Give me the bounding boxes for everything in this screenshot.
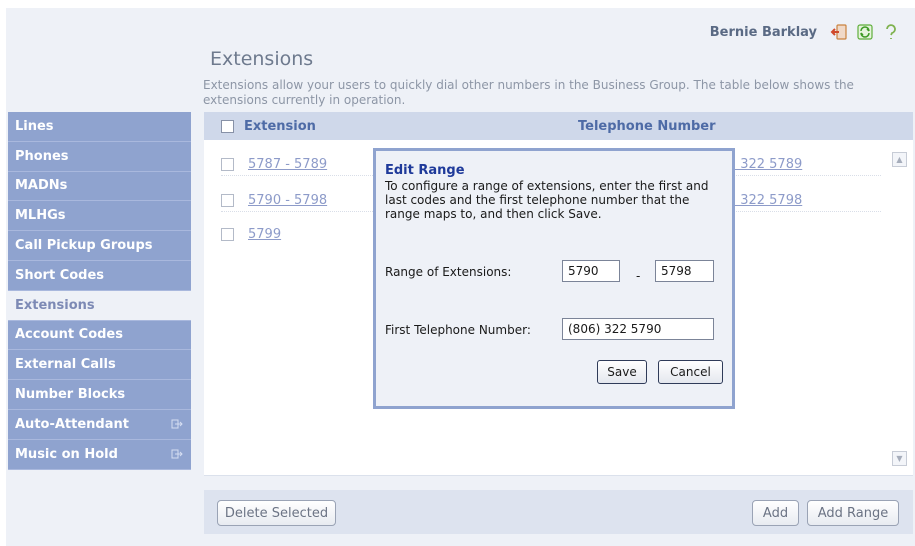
- dialog-description: To configure a range of extensions, ente…: [385, 179, 709, 221]
- page-intro: Extensions allow your users to quickly d…: [203, 78, 854, 107]
- sidebar-item-account-codes[interactable]: Account Codes: [8, 320, 191, 351]
- sidebar-item-label: Account Codes: [15, 327, 123, 343]
- scrollbar[interactable]: ▲ ▼: [892, 148, 907, 468]
- sidebar-item-extensions[interactable]: Extensions: [8, 290, 191, 321]
- select-all-checkbox[interactable]: [221, 119, 234, 133]
- scroll-down-icon[interactable]: ▼: [892, 451, 907, 466]
- sidebar-item-auto-attendant[interactable]: Auto-Attendant: [8, 409, 191, 440]
- help-icon[interactable]: [881, 22, 901, 42]
- range-of-extensions-label: Range of Extensions:: [385, 265, 512, 279]
- save-button[interactable]: Save: [597, 360, 647, 384]
- sidebar-item-label: Lines: [15, 118, 54, 134]
- external-link-icon: [171, 418, 183, 433]
- sidebar-item-lines[interactable]: Lines: [8, 112, 191, 142]
- sidebar-item-external-calls[interactable]: External Calls: [8, 350, 191, 381]
- extension-link[interactable]: 5790 - 5798: [248, 193, 327, 208]
- table-footer: Delete Selected Add Add Range: [204, 490, 913, 534]
- sidebar-item-madns[interactable]: MADNs: [8, 171, 191, 202]
- sidebar-item-short-codes[interactable]: Short Codes: [8, 260, 191, 291]
- first-telephone-number-input[interactable]: [562, 318, 714, 340]
- extension-link[interactable]: 5787 - 5789: [248, 157, 327, 172]
- row-checkbox[interactable]: [221, 193, 234, 207]
- table-header: Extension Telephone Number: [204, 112, 913, 140]
- range-start-input[interactable]: [562, 260, 620, 282]
- sidebar-item-music-on-hold[interactable]: Music on Hold: [8, 439, 191, 470]
- first-telephone-number-label: First Telephone Number:: [385, 323, 531, 337]
- sidebar-item-label: Number Blocks: [15, 387, 126, 403]
- sidebar-item-label: Phones: [15, 148, 69, 164]
- column-header-telephone[interactable]: Telephone Number: [578, 119, 716, 134]
- sidebar-item-call-pickup-groups[interactable]: Call Pickup Groups: [8, 231, 191, 261]
- row-checkbox[interactable]: [221, 227, 234, 241]
- sidebar-item-mlhgs[interactable]: MLHGs: [8, 201, 191, 232]
- logout-icon[interactable]: [829, 22, 849, 42]
- user-bar: Bernie Barklay: [710, 22, 901, 42]
- sidebar-item-label: MADNs: [15, 178, 68, 194]
- telephone-link[interactable]: ) 322 5789: [731, 157, 802, 172]
- sidebar-item-label: MLHGs: [15, 208, 66, 224]
- row-checkbox[interactable]: [221, 157, 234, 171]
- cancel-button[interactable]: Cancel: [658, 360, 723, 384]
- dialog-title: Edit Range: [385, 163, 465, 178]
- add-range-button[interactable]: Add Range: [807, 500, 899, 526]
- sidebar-nav: Lines Phones MADNs MLHGs Call Pickup Gro…: [8, 112, 191, 470]
- sidebar-item-label: Music on Hold: [15, 446, 118, 462]
- range-end-input[interactable]: [655, 260, 714, 282]
- extension-link[interactable]: 5799: [248, 227, 281, 242]
- external-link-icon: [171, 448, 183, 463]
- sidebar-item-number-blocks[interactable]: Number Blocks: [8, 380, 191, 410]
- delete-selected-button[interactable]: Delete Selected: [217, 500, 336, 526]
- user-name: Bernie Barklay: [709, 24, 817, 40]
- sidebar-item-phones[interactable]: Phones: [8, 141, 191, 172]
- page-title: Extensions: [210, 48, 314, 70]
- column-header-extension[interactable]: Extension: [244, 119, 316, 134]
- sidebar-item-label: Short Codes: [15, 267, 105, 283]
- sidebar-item-label: Extensions: [15, 297, 95, 313]
- sidebar-item-label: Call Pickup Groups: [15, 238, 153, 254]
- telephone-link[interactable]: ) 322 5798: [731, 193, 802, 208]
- edit-range-dialog: Edit Range To configure a range of exten…: [373, 148, 735, 409]
- range-separator: -: [636, 269, 641, 283]
- refresh-icon[interactable]: [855, 22, 875, 42]
- add-button[interactable]: Add: [752, 500, 799, 526]
- sidebar-item-label: Auto-Attendant: [15, 416, 129, 432]
- sidebar-item-label: External Calls: [15, 357, 116, 373]
- scroll-up-icon[interactable]: ▲: [892, 152, 907, 167]
